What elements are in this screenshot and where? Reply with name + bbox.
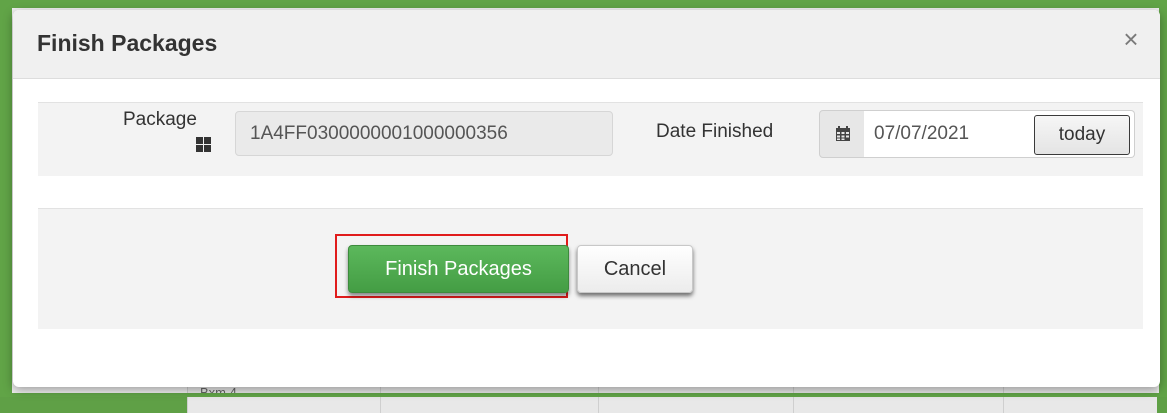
modal-actions: Finish Packages Cancel	[38, 208, 1143, 329]
date-finished-label: Date Finished	[656, 121, 774, 142]
package-input[interactable]: 1A4FF0300000001000000356	[235, 111, 613, 156]
today-button[interactable]: today	[1034, 115, 1130, 155]
finish-packages-button[interactable]: Finish Packages	[348, 245, 569, 293]
package-form-row: Package 1A4FF0300000001000000356 Date Fi…	[38, 102, 1143, 176]
finish-packages-modal: Finish Packages × Package 1A4FF030000000…	[13, 10, 1160, 387]
package-label: Package	[123, 109, 197, 130]
modal-header: Finish Packages ×	[13, 10, 1160, 79]
calendar-icon	[836, 126, 850, 141]
close-icon: ×	[1123, 24, 1139, 54]
cancel-button[interactable]: Cancel	[577, 245, 693, 293]
today-button-wrap: today	[1033, 110, 1135, 158]
modal-title: Finish Packages	[37, 30, 218, 56]
date-finished-group: 07/07/2021 today	[819, 110, 1135, 158]
date-finished-input[interactable]: 07/07/2021	[864, 110, 1034, 158]
grid-icon	[196, 137, 211, 152]
close-button[interactable]: ×	[1118, 24, 1144, 54]
calendar-addon[interactable]	[819, 110, 865, 158]
